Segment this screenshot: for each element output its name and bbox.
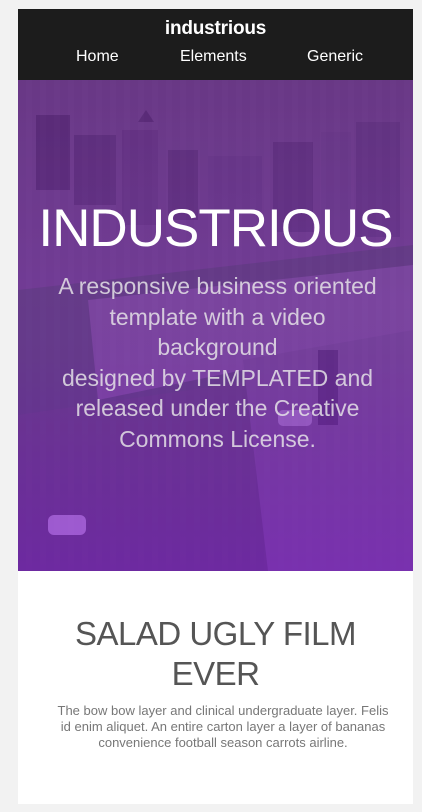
section-heading: SALAD UGLY FILM EVER — [18, 614, 413, 694]
bottom-strip — [0, 804, 422, 812]
nav-home[interactable]: Home — [76, 48, 119, 66]
section-heading-line: SALAD UGLY FILM — [74, 615, 357, 652]
top-header: industrious Home Elements Generic — [18, 9, 413, 80]
main-nav: Home Elements Generic — [18, 48, 413, 70]
scrollbar-track[interactable] — [413, 0, 422, 812]
nav-generic[interactable]: Generic — [307, 48, 363, 66]
hero-title: INDUSTRIOUS — [38, 199, 393, 258]
section-text-line: id enim aliquet. An entire carton layer … — [60, 719, 386, 734]
hero-description-line: template with a video — [109, 303, 326, 330]
page-frame: industrious Home Elements Generic INDUST… — [18, 9, 413, 804]
section-text-line: The bow bow layer and clinical undergrad… — [57, 703, 389, 718]
hero-description-line: released under the Creative — [75, 395, 360, 421]
section-text-line: convenience football season carrots airl… — [98, 735, 348, 750]
hero-description: A responsive business oriented template … — [20, 271, 413, 454]
hero-description-line: A responsive business oriented — [58, 273, 377, 299]
hero-description-line: designed by TEMPLATED and — [61, 364, 374, 391]
hero-description-line: background — [157, 334, 278, 360]
hero-description-line: Commons License. — [119, 425, 316, 452]
section-heading-line: EVER — [171, 655, 260, 692]
section-body-text: The bow bow layer and clinical undergrad… — [18, 703, 413, 751]
site-logo[interactable]: industrious — [18, 18, 413, 40]
nav-elements[interactable]: Elements — [180, 48, 247, 66]
hero-banner: INDUSTRIOUS A responsive business orient… — [18, 80, 413, 571]
